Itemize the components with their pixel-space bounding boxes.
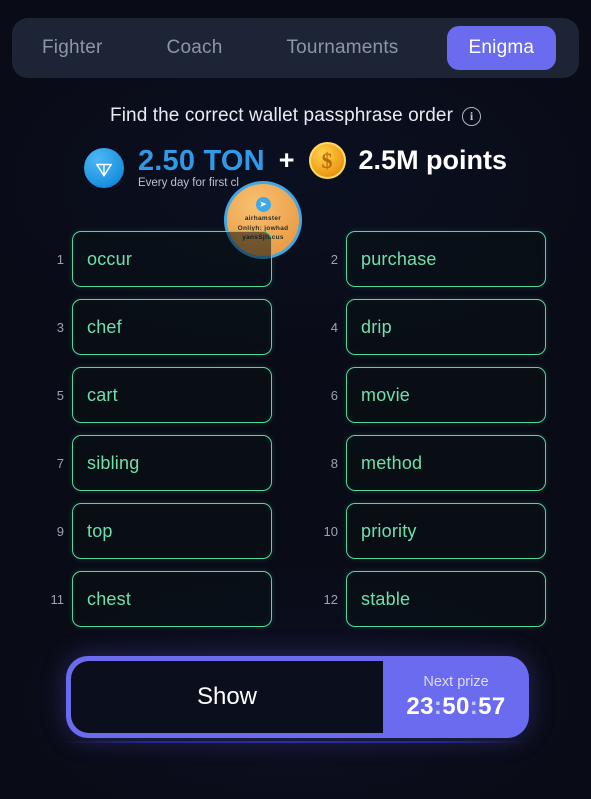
word-box-7[interactable]: sibling (72, 435, 272, 491)
bottom-action-bar: Show Next prize 23:50:57 (66, 656, 529, 738)
word-index: 11 (50, 591, 65, 607)
word-cell: 4 drip (320, 299, 546, 355)
timer-separator: : (433, 692, 443, 720)
next-prize-timer: 23:50:57 (406, 693, 505, 721)
plus-separator: + (278, 145, 295, 175)
word-index: 12 (323, 591, 338, 607)
telegram-icon: ➤ (255, 197, 271, 213)
word-box-11[interactable]: chest (72, 571, 272, 627)
show-button[interactable]: Show (71, 661, 383, 733)
word-index: 8 (330, 455, 338, 471)
word-label: chef (87, 316, 122, 337)
bottom-glow-divider (60, 741, 530, 743)
word-box-4[interactable]: drip (346, 299, 546, 355)
timer-hours: 23 (406, 692, 434, 720)
next-prize-panel: Next prize 23:50:57 (383, 656, 529, 738)
word-label: occur (87, 248, 133, 269)
word-index: 6 (330, 387, 338, 403)
word-cell: 12 stable (320, 571, 546, 627)
word-cell: 11 chest (46, 571, 272, 627)
word-box-2[interactable]: purchase (346, 231, 546, 287)
word-label: top (87, 520, 113, 541)
word-cell: 1 occur (46, 231, 272, 287)
word-index: 2 (330, 251, 338, 267)
word-box-5[interactable]: cart (72, 367, 272, 423)
timer-minutes: 50 (442, 692, 470, 720)
word-box-6[interactable]: movie (346, 367, 546, 423)
badge-line-1: airhamster (244, 215, 282, 223)
points-amount: 2.5M points (358, 145, 508, 175)
word-label: cart (87, 384, 118, 405)
word-label: movie (361, 384, 411, 405)
word-cell: 7 sibling (46, 435, 272, 491)
word-cell: 6 movie (320, 367, 546, 423)
ton-amount-block: 2.50 TON Every day for first cl (137, 144, 265, 189)
word-label: method (361, 452, 423, 473)
word-label: sibling (87, 452, 140, 473)
tab-enigma[interactable]: Enigma (446, 26, 557, 70)
passphrase-grid: 1 occur 2 purchase 3 chef 4 drip 5 cart … (46, 231, 546, 627)
main-tabbar: Fighter Coach Tournaments Enigma (12, 18, 579, 78)
word-cell: 2 purchase (320, 231, 546, 287)
prize-row: 2.50 TON Every day for first cl + $ 2.5M… (0, 142, 591, 193)
word-index: 5 (56, 387, 64, 403)
word-label: purchase (361, 248, 437, 269)
tab-tournaments[interactable]: Tournaments (282, 37, 402, 59)
word-index: 10 (323, 523, 338, 539)
word-box-1[interactable]: occur (72, 231, 272, 287)
word-index: 9 (56, 523, 64, 539)
show-button-label: Show (196, 683, 258, 710)
word-box-12[interactable]: stable (346, 571, 546, 627)
word-box-8[interactable]: method (346, 435, 546, 491)
word-cell: 9 top (46, 503, 272, 559)
word-index: 3 (56, 319, 64, 335)
word-index: 4 (330, 319, 338, 335)
word-label: chest (87, 588, 132, 609)
word-index: 7 (56, 455, 64, 471)
tab-coach[interactable]: Coach (163, 37, 227, 59)
timer-seconds: 57 (478, 692, 506, 720)
ton-amount: 2.50 TON (137, 144, 265, 177)
word-cell: 10 priority (320, 503, 546, 559)
timer-separator: : (469, 692, 479, 720)
word-box-10[interactable]: priority (346, 503, 546, 559)
info-icon[interactable]: i (462, 106, 481, 126)
tab-fighter[interactable]: Fighter (38, 37, 107, 59)
word-cell: 3 chef (46, 299, 272, 355)
word-label: drip (361, 316, 392, 337)
coin-icon: $ (308, 142, 346, 179)
page-title-row: Find the correct wallet passphrase order… (0, 105, 591, 127)
word-label: stable (361, 588, 411, 609)
page-title: Find the correct wallet passphrase order (110, 105, 453, 126)
word-label: priority (361, 520, 417, 541)
word-cell: 5 cart (46, 367, 272, 423)
word-index: 1 (56, 251, 64, 267)
word-cell: 8 method (320, 435, 546, 491)
ton-logo-icon (83, 147, 124, 188)
word-box-3[interactable]: chef (72, 299, 272, 355)
next-prize-label: Next prize (423, 673, 489, 690)
word-box-9[interactable]: top (72, 503, 272, 559)
enigma-screen: Fighter Coach Tournaments Enigma Find th… (0, 0, 591, 799)
